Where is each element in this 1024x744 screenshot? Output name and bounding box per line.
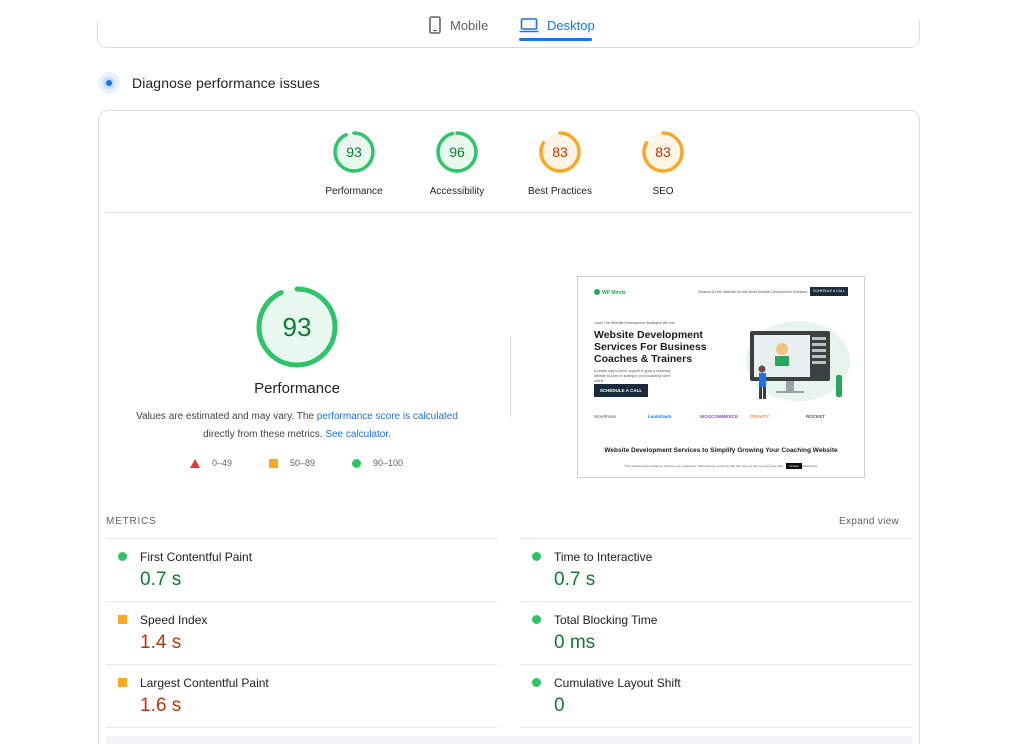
square-icon [269, 458, 278, 468]
gauge-score: 93 [346, 144, 362, 160]
thumb-logo-item: WOOCOMMERCE [700, 414, 738, 419]
tab-desktop[interactable]: Desktop [519, 10, 595, 40]
next-section-strip [106, 736, 912, 744]
laptop-icon [519, 18, 539, 33]
metrics-bottom-border [106, 727, 498, 728]
active-tab-indicator [519, 38, 592, 41]
metric-value: 0.7 s [554, 569, 596, 590]
gauge-ring: 83 [538, 130, 582, 174]
thumb-kicker: Learn The Website Development Strategies… [594, 321, 676, 325]
gauge-ring: 93 [332, 130, 376, 174]
performance-score-link[interactable]: performance score is calculated [317, 411, 458, 422]
final-screenshot[interactable]: WP Minds Request A Free Website Growth A… [577, 276, 865, 478]
device-tabs: Mobile Desktop [0, 0, 1024, 48]
legend-pass-label: 90–100 [373, 458, 404, 468]
tab-desktop-label: Desktop [547, 17, 595, 33]
legend-fail: 0–49 [190, 458, 232, 468]
pass-circle-icon [532, 678, 541, 687]
gauge-performance[interactable]: 93 Performance [304, 128, 404, 197]
gauge-label: Performance [325, 186, 383, 197]
metric-first-contentful-paint: First Contentful Paint 0.7 s [106, 538, 498, 601]
gauge-score: 96 [449, 144, 465, 160]
gauge-ring: 96 [435, 130, 479, 174]
legend-pass: 90–100 [352, 458, 403, 468]
expand-view-toggle[interactable]: Expand view [839, 516, 899, 527]
circle-icon [352, 458, 361, 468]
tab-mobile-label: Mobile [450, 17, 489, 33]
gauge-seo[interactable]: 83 SEO [613, 128, 713, 197]
note-text-1: Values are estimated and may vary. The [136, 411, 317, 422]
thumb-logo-item: ROCKET [806, 414, 825, 419]
thumb-logo-strip: WordPress LearnDash WOOCOMMERCE GRAVITY … [578, 407, 864, 429]
gauge-score: 83 [552, 144, 568, 160]
thumb-cookie-button: Accept [786, 463, 802, 469]
thumb-nav-links: Request A Free Website Growth Audit Webs… [698, 290, 808, 294]
thumb-cta-button: SCHEDULE A CALL [594, 384, 648, 397]
legend-average: 50–89 [269, 458, 315, 468]
see-calculator-link[interactable]: See calculator. [325, 429, 391, 440]
gauge-label: Best Practices [528, 186, 592, 197]
thumb-paragraph: A simple way to build, support & grow a … [594, 369, 671, 383]
diagnose-icon [98, 72, 120, 94]
metric-value: 0 [554, 695, 565, 716]
metric-name: Cumulative Layout Shift [554, 676, 681, 690]
gauge-label: SEO [652, 186, 674, 197]
thumb-cookie-text: This website uses cookies to improve you… [624, 464, 784, 468]
metric-largest-contentful-paint: Largest Contentful Paint 1.6 s [106, 664, 498, 727]
metric-name: Speed Index [140, 613, 208, 627]
thumb-cookie-bar: This website uses cookies to improve you… [578, 463, 864, 469]
metric-value: 1.6 s [140, 695, 182, 716]
thumb-logo-item: WordPress [594, 414, 617, 419]
note-text-2: directly from these metrics. [203, 429, 326, 440]
average-square-icon [118, 615, 127, 624]
thumb-logo: WP Minds [594, 289, 626, 296]
thumb-logo-item: GRAVITY [750, 414, 770, 419]
legend-average-label: 50–89 [290, 458, 316, 468]
main-performance-gauge: 93 [255, 285, 339, 369]
top-card-edge [97, 20, 920, 48]
metric-name: First Contentful Paint [140, 550, 253, 564]
legend-fail-label: 0–49 [212, 458, 233, 468]
metrics-heading: METRICS [106, 516, 157, 527]
score-note: Values are estimated and may vary. The p… [118, 408, 476, 444]
triangle-icon [190, 458, 200, 468]
thumb-logo-item: LearnDash [648, 414, 672, 419]
metric-speed-index: Speed Index 1.4 s [106, 601, 498, 664]
metric-time-to-interactive: Time to Interactive 0.7 s [520, 538, 912, 601]
gauge-best-practices[interactable]: 83 Best Practices [510, 128, 610, 197]
metrics-bottom-border [520, 727, 912, 728]
metric-name: Total Blocking Time [554, 613, 658, 627]
thumb-nav-cta: SCHEDULE A CALL [810, 287, 848, 296]
average-square-icon [118, 678, 127, 687]
main-gauge-title: Performance [254, 380, 340, 397]
pass-circle-icon [532, 552, 541, 561]
main-gauge-score: 93 [282, 312, 312, 342]
thumb-nav: WP Minds Request A Free Website Growth A… [578, 277, 864, 307]
pass-circle-icon [118, 552, 127, 561]
gauge-label: Accessibility [429, 186, 485, 197]
metric-name: Largest Contentful Paint [140, 676, 269, 690]
thumb-cookie-link: Read More [802, 464, 818, 468]
metric-cumulative-layout-shift: Cumulative Layout Shift 0 [520, 664, 912, 727]
vertical-divider [510, 336, 511, 418]
thumb-illustration [746, 321, 850, 401]
metric-value: 1.4 s [140, 632, 182, 653]
gauge-ring: 83 [641, 130, 685, 174]
thumb-subheadline: Website Development Services to Simplify… [604, 447, 838, 454]
gauge-score: 83 [655, 144, 671, 160]
gauge-accessibility[interactable]: 96 Accessibility [407, 128, 507, 197]
metric-value: 0 ms [554, 632, 596, 653]
section-heading: Diagnose performance issues [98, 72, 320, 94]
thumb-headline: Website Development Services For Busines… [594, 329, 707, 365]
metric-name: Time to Interactive [554, 550, 653, 564]
gauges-divider [106, 212, 912, 213]
metric-total-blocking-time: Total Blocking Time 0 ms [520, 601, 912, 664]
phone-icon [429, 16, 441, 34]
section-title: Diagnose performance issues [132, 75, 320, 91]
tab-mobile[interactable]: Mobile [428, 10, 488, 40]
metric-value: 0.7 s [140, 569, 182, 590]
pass-circle-icon [532, 615, 541, 624]
